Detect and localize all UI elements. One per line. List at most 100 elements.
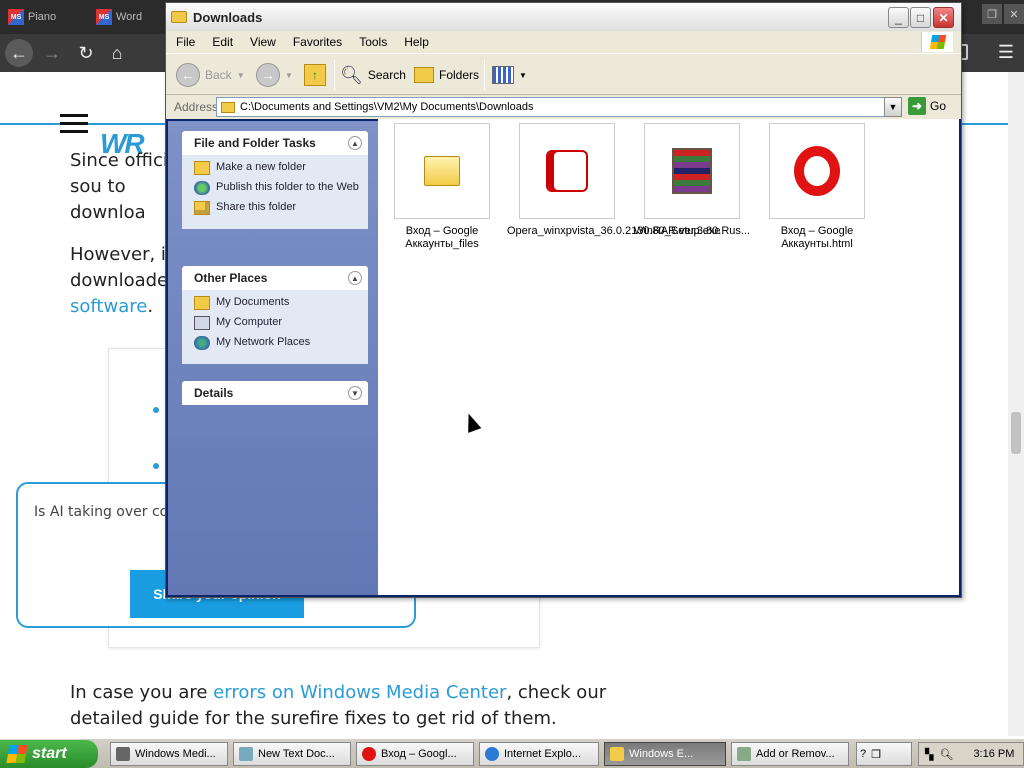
folder-icon xyxy=(610,747,624,761)
taskbar-button-windows-media[interactable]: Windows Medi... xyxy=(110,742,228,766)
place-label: My Network Places xyxy=(216,336,311,348)
wmc-errors-link[interactable]: errors on Windows Media Center xyxy=(213,682,506,703)
place-my-computer[interactable]: My Computer xyxy=(194,316,360,330)
folders-button[interactable]: Folders xyxy=(414,62,479,88)
opera-setup-icon xyxy=(546,150,588,192)
windows-media-icon xyxy=(116,747,130,761)
section-header[interactable]: Details ▼ xyxy=(182,381,368,405)
file-name: Вход – Google Аккаунты_files xyxy=(405,225,479,250)
start-button[interactable]: start xyxy=(0,740,98,768)
browser-tab[interactable]: MS Piano xyxy=(8,6,56,28)
taskbar-button-text-doc[interactable]: New Text Doc... xyxy=(233,742,351,766)
chevron-down-icon[interactable]: ▼ xyxy=(884,97,902,117)
back-arrow-icon: ← xyxy=(176,63,200,87)
thumbnail xyxy=(394,123,490,219)
forward-button[interactable]: → ▼ xyxy=(256,62,293,88)
task-share-folder[interactable]: Share this folder xyxy=(194,201,360,215)
maximize-button[interactable]: □ xyxy=(910,7,931,28)
close-icon[interactable]: ✕ xyxy=(1004,4,1024,24)
minimize-button[interactable]: _ xyxy=(888,7,909,28)
ms-office-icon: MS xyxy=(96,9,112,25)
address-input[interactable]: C:\Documents and Settings\VM2\My Documen… xyxy=(216,97,902,117)
menu-view[interactable]: View xyxy=(240,35,283,49)
expand-chevron-icon[interactable]: ▼ xyxy=(348,386,362,400)
place-label: My Computer xyxy=(216,316,283,328)
collapse-chevron-icon[interactable]: ▲ xyxy=(348,136,362,150)
menu-file[interactable]: File xyxy=(166,35,202,49)
section-header[interactable]: Other Places ▲ xyxy=(182,266,368,290)
clock[interactable]: 3:16 PM xyxy=(973,748,1014,760)
search-button[interactable]: 🔍︎ Search xyxy=(340,62,406,88)
task-publish-folder[interactable]: Publish this folder to the Web xyxy=(194,181,360,195)
page-scrollbar[interactable] xyxy=(1008,72,1024,736)
back-button[interactable]: ← Back ▼ xyxy=(176,62,245,88)
up-button[interactable]: ↑ xyxy=(304,62,326,88)
software-link[interactable]: software xyxy=(70,296,147,317)
thumbnail xyxy=(769,123,865,219)
taskbar-button-ie[interactable]: Internet Explo... xyxy=(479,742,599,766)
place-my-documents[interactable]: My Documents xyxy=(194,296,360,310)
article-text: In case you are xyxy=(70,682,214,703)
home-icon[interactable]: ⌂ xyxy=(103,39,131,67)
address-bar: Address C:\Documents and Settings\VM2\My… xyxy=(166,95,961,119)
hamburger-menu-icon[interactable] xyxy=(60,114,88,134)
explorer-window: Downloads _ □ ✕ File Edit View Favorites… xyxy=(165,2,962,598)
article-text: . xyxy=(147,296,154,317)
search-icon[interactable]: 🔍︎ xyxy=(939,748,953,761)
taskbar-button-opera[interactable]: Вход – Googl... xyxy=(356,742,474,766)
place-my-network[interactable]: My Network Places xyxy=(194,336,360,350)
taskbar-button-add-remove[interactable]: Add or Remov... xyxy=(731,742,849,766)
thumbnail xyxy=(644,123,740,219)
views-button[interactable]: ▼ xyxy=(492,62,527,88)
forward-arrow-icon: → xyxy=(256,63,280,87)
task-make-new-folder[interactable]: Make a new folder xyxy=(194,161,360,175)
title-bar[interactable]: Downloads _ □ ✕ xyxy=(166,3,961,31)
file-item[interactable]: Вход – Google Аккаунты.html xyxy=(757,123,877,251)
collapse-chevron-icon[interactable]: ▲ xyxy=(348,271,362,285)
network-icon[interactable]: ▚ xyxy=(925,748,933,761)
go-button[interactable]: ➜ Go xyxy=(908,97,946,115)
back-label: Back xyxy=(205,68,232,82)
back-arrow-icon[interactable]: ← xyxy=(5,39,33,67)
forward-arrow-icon[interactable]: → xyxy=(38,39,66,67)
file-item[interactable]: Вход – Google Аккаунты_files xyxy=(382,123,502,251)
close-button[interactable]: ✕ xyxy=(933,7,954,28)
menu-tools[interactable]: Tools xyxy=(349,35,394,49)
search-label: Search xyxy=(367,68,406,82)
browser-tab-label: Piano xyxy=(28,11,57,23)
file-name: Opera_winxpvista_36.0.2130.80_Setup.exe xyxy=(507,225,721,237)
article-text: However, if downloade xyxy=(70,244,173,291)
folder-icon xyxy=(424,156,460,186)
folder-up-icon: ↑ xyxy=(304,64,326,86)
taskbar-button-explorer[interactable]: Windows E... xyxy=(604,742,726,766)
reload-icon[interactable]: ↻ xyxy=(72,39,100,67)
go-arrow-icon: ➜ xyxy=(908,97,926,115)
window-title: Downloads xyxy=(193,9,263,25)
file-item[interactable]: Opera_winxpvista_36.0.2130.80_Setup.exe xyxy=(507,123,721,238)
section-header[interactable]: File and Folder Tasks ▲ xyxy=(182,131,368,155)
file-name: WinRAR.ver.3.80.Rus... xyxy=(633,225,751,237)
task-pane: File and Folder Tasks ▲ Make a new folde… xyxy=(168,121,378,595)
section-body: My Documents My Computer My Network Plac… xyxy=(182,290,368,364)
standard-toolbar: ← Back ▼ → ▼ ↑ 🔍︎ Search Folders ▼ xyxy=(166,53,961,95)
menu-help[interactable]: Help xyxy=(394,35,436,49)
section-title: Other Places xyxy=(194,271,268,285)
menu-favorites[interactable]: Favorites xyxy=(283,35,349,49)
views-icon xyxy=(492,66,514,84)
restore-icon[interactable]: ❐ xyxy=(982,4,1002,24)
taskbar-utility[interactable]: ? ❐ xyxy=(856,742,912,766)
opera-icon xyxy=(794,146,840,196)
ms-office-icon: MS xyxy=(8,9,24,25)
help-icon: ? xyxy=(860,748,867,760)
details-section: Details ▼ xyxy=(182,381,368,405)
place-label: My Documents xyxy=(216,296,290,308)
taskbar: start Windows Medi... New Text Doc... Вх… xyxy=(0,738,1024,768)
scroll-thumb[interactable] xyxy=(1011,412,1021,454)
menu-edit[interactable]: Edit xyxy=(202,35,240,49)
file-item[interactable]: WinRAR.ver.3.80.Rus... xyxy=(632,123,752,238)
task-label: Make a new folder xyxy=(216,161,306,173)
menu-icon[interactable]: ☰ xyxy=(998,42,1014,63)
browser-tab[interactable]: MS Word xyxy=(96,6,142,28)
section-title: File and Folder Tasks xyxy=(194,136,316,150)
chevron-down-icon: ▼ xyxy=(285,70,293,80)
